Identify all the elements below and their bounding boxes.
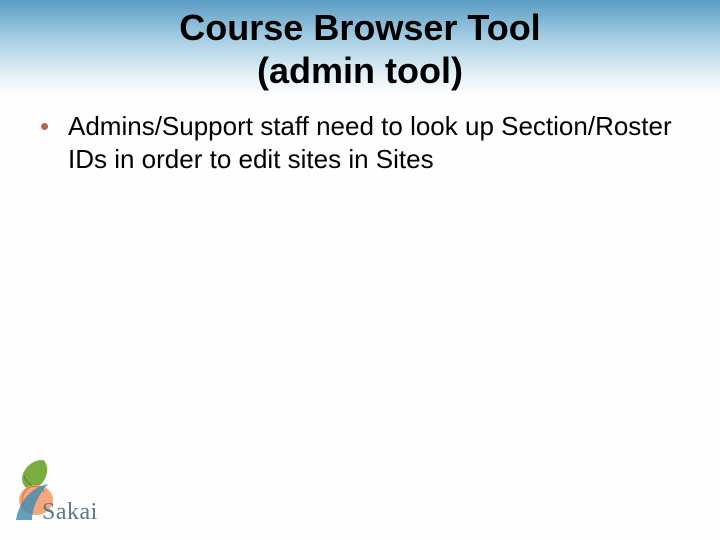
slide-title: Course Browser Tool (admin tool) (0, 0, 720, 92)
slide-body: • Admins/Support staff need to look up S… (0, 92, 720, 175)
bullet-item: • Admins/Support staff need to look up S… (40, 110, 680, 175)
bullet-list: • Admins/Support staff need to look up S… (40, 110, 680, 175)
bullet-text: Admins/Support staff need to look up Sec… (68, 111, 672, 174)
bullet-marker-icon: • (40, 110, 49, 143)
logo-text: Sakai (42, 499, 98, 526)
sakai-logo: Sakai (14, 458, 124, 528)
title-line-2: (admin tool) (257, 50, 463, 91)
title-line-1: Course Browser Tool (179, 7, 540, 48)
